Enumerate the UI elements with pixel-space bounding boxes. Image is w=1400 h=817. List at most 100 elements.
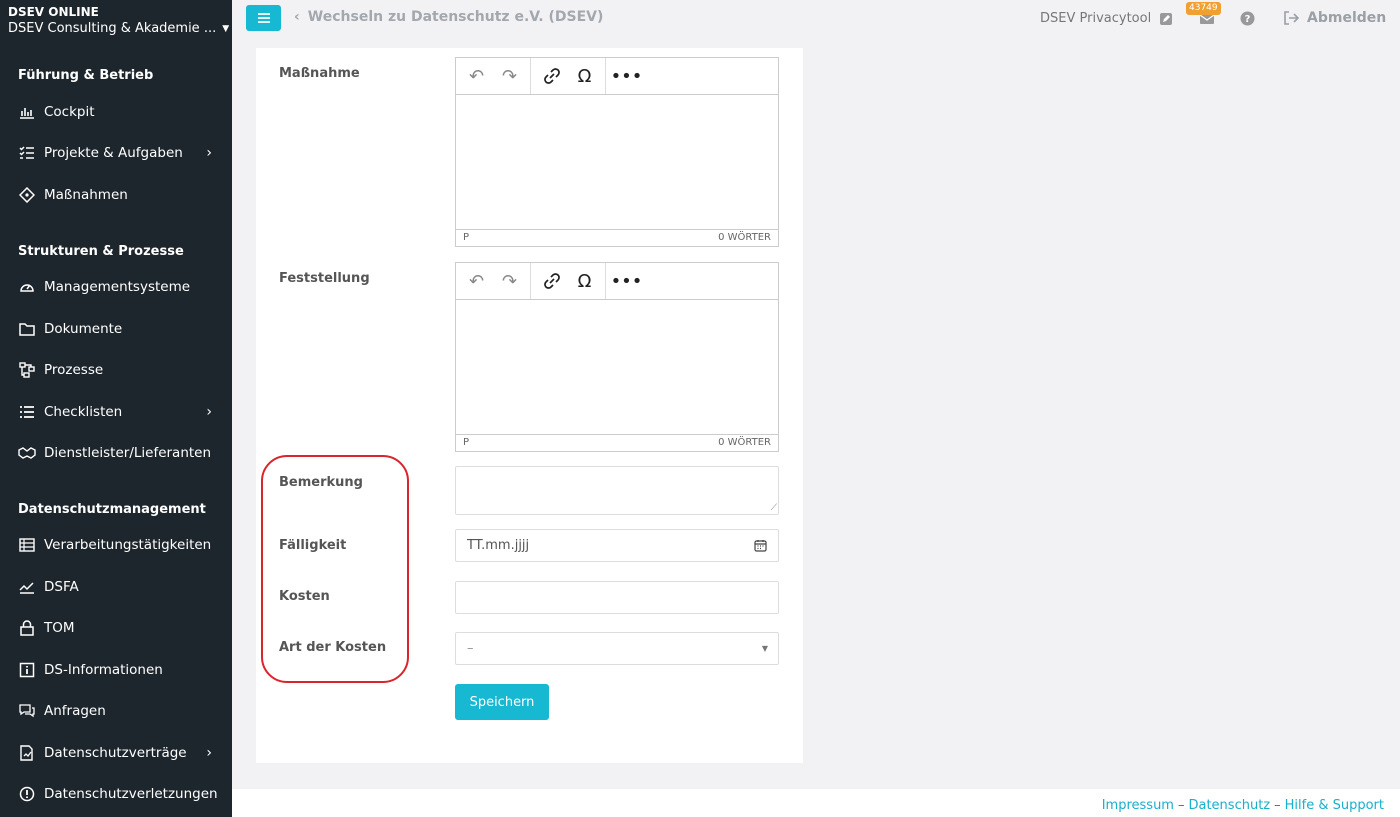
contract-icon: [18, 744, 36, 762]
footer: Impressum – Datenschutz – Hilfe & Support: [232, 789, 1400, 817]
help-icon[interactable]: ?: [1240, 11, 1256, 27]
special-char-icon[interactable]: Ω: [568, 266, 601, 296]
logout-icon: [1284, 11, 1299, 25]
sidebar-item-label: Managementsysteme: [44, 279, 191, 295]
sidebar-item-tom[interactable]: TOM: [0, 610, 232, 646]
word-count: 0 WÖRTER: [718, 437, 771, 448]
gauge-icon: [18, 278, 36, 296]
sidebar-item-projekte[interactable]: Projekte & Aufgaben ›: [0, 135, 232, 171]
checklist-icon: [18, 144, 36, 162]
special-char-icon[interactable]: Ω: [568, 61, 601, 91]
sidebar-item-checklisten[interactable]: Checklisten ›: [0, 394, 232, 430]
brand: DSEV ONLINE DSEV Consulting & Akademie .…: [0, 0, 232, 48]
sidebar-item-massnahmen[interactable]: Maßnahmen: [0, 177, 232, 213]
massnahme-textarea[interactable]: [456, 95, 778, 230]
chevron-right-icon: ›: [206, 745, 212, 761]
bemerkung-textarea[interactable]: ⟋: [455, 466, 779, 515]
massnahme-editor: ↶ ↷ Ω ••• P 0 WÖRTER: [455, 57, 779, 247]
sidebar-item-cockpit[interactable]: Cockpit: [0, 94, 232, 130]
alert-icon: [18, 785, 36, 803]
sidebar-item-anfragen[interactable]: Anfragen: [0, 693, 232, 729]
faelligkeit-date-input[interactable]: TT.mm.jjjj: [455, 529, 779, 562]
save-button[interactable]: Speichern: [455, 684, 549, 720]
switch-org-label: Wechseln zu Datenschutz e.V. (DSEV): [307, 9, 604, 25]
mail-count-badge: 43749: [1186, 2, 1221, 15]
chevron-left-icon: ‹: [294, 9, 300, 25]
word-count: 0 WÖRTER: [718, 232, 771, 243]
select-value: –: [467, 641, 474, 656]
more-icon[interactable]: •••: [610, 61, 643, 91]
list-icon: [18, 403, 36, 421]
edit-icon[interactable]: [1159, 11, 1175, 27]
sidebar-item-prozesse[interactable]: Prozesse: [0, 352, 232, 388]
impressum-link[interactable]: Impressum: [1102, 798, 1174, 813]
resize-handle-icon[interactable]: ⟋: [771, 504, 777, 513]
sidebar-item-label: TOM: [44, 620, 75, 636]
sidebar-item-datenschutzvertraege[interactable]: Datenschutzverträge ›: [0, 735, 232, 771]
more-icon[interactable]: •••: [610, 266, 643, 296]
sidebar-item-label: Dienstleister/Lieferanten: [44, 445, 212, 461]
redo-icon[interactable]: ↷: [493, 266, 526, 296]
art-der-kosten-select[interactable]: – ▼: [455, 632, 779, 665]
chat-icon: [18, 702, 36, 720]
org-switcher[interactable]: DSEV Consulting & Akademie ... ▼: [8, 19, 229, 39]
switch-org-link[interactable]: ‹ Wechseln zu Datenschutz e.V. (DSEV): [294, 9, 603, 25]
caret-down-icon: ▼: [761, 644, 768, 653]
sidebar-item-label: Prozesse: [44, 362, 104, 378]
footer-separator: –: [1177, 798, 1185, 813]
section-datenschutz: Datenschutzmanagement: [18, 502, 206, 517]
editor-path: P: [463, 437, 470, 448]
date-placeholder: TT.mm.jjjj: [467, 538, 530, 553]
editor-statusbar: P 0 WÖRTER: [456, 435, 778, 451]
hamburger-icon: [257, 13, 270, 23]
hilfe-support-link[interactable]: Hilfe & Support: [1285, 798, 1384, 813]
highlight-annotation: [261, 455, 409, 683]
diamond-icon: [18, 186, 36, 204]
editor-toolbar: ↶ ↷ Ω •••: [456, 58, 778, 95]
info-icon: [18, 661, 36, 679]
menu-toggle-button[interactable]: [246, 5, 281, 31]
sidebar-item-dsfa[interactable]: DSFA: [0, 569, 232, 605]
app-name: DSEV Privacytool: [1040, 11, 1152, 26]
topbar: ‹ Wechseln zu Datenschutz e.V. (DSEV) DS…: [232, 0, 1400, 48]
redo-icon[interactable]: ↷: [493, 61, 526, 91]
sidebar-item-label: Projekte & Aufgaben: [44, 145, 183, 161]
sidebar-item-label: Anfragen: [44, 703, 106, 719]
sidebar-item-label: Datenschutzverträge: [44, 745, 187, 761]
link-icon[interactable]: [535, 266, 568, 296]
sidebar-item-label: Dokumente: [44, 321, 123, 337]
process-icon: [18, 361, 36, 379]
chevron-right-icon: ›: [206, 404, 212, 420]
sidebar: DSEV ONLINE DSEV Consulting & Akademie .…: [0, 0, 232, 817]
handshake-icon: [18, 444, 36, 462]
trend-icon: [18, 578, 36, 596]
chart-icon: [18, 103, 36, 121]
kosten-input[interactable]: [455, 581, 779, 614]
editor-statusbar: P 0 WÖRTER: [456, 230, 778, 246]
folder-icon: [18, 320, 36, 338]
feststellung-textarea[interactable]: [456, 300, 778, 435]
sidebar-item-verarbeitung[interactable]: Verarbeitungstätigkeiten: [0, 527, 232, 563]
logout-button[interactable]: Abmelden: [1283, 10, 1386, 26]
calendar-icon[interactable]: [754, 539, 767, 556]
sidebar-item-datenschutzverletzungen[interactable]: Datenschutzverletzungen: [0, 776, 232, 812]
sidebar-item-managementsysteme[interactable]: Managementsysteme: [0, 269, 232, 305]
sidebar-item-dienstleister[interactable]: Dienstleister/Lieferanten: [0, 435, 232, 471]
massnahme-label: Maßnahme: [279, 66, 360, 81]
editor-toolbar: ↶ ↷ Ω •••: [456, 263, 778, 300]
sidebar-item-label: Checklisten: [44, 404, 123, 420]
sidebar-item-label: Datenschutzverletzungen: [44, 786, 218, 802]
undo-icon[interactable]: ↶: [460, 266, 493, 296]
sidebar-item-label: DS-Informationen: [44, 662, 163, 678]
org-name: DSEV Consulting & Akademie ...: [8, 21, 217, 36]
editor-path: P: [463, 232, 470, 243]
link-icon[interactable]: [535, 61, 568, 91]
sidebar-item-dokumente[interactable]: Dokumente: [0, 311, 232, 347]
sidebar-item-label: DSFA: [44, 579, 79, 595]
chevron-right-icon: ›: [206, 145, 212, 161]
datenschutz-link[interactable]: Datenschutz: [1188, 798, 1270, 813]
sidebar-item-ds-informationen[interactable]: DS-Informationen: [0, 652, 232, 688]
undo-icon[interactable]: ↶: [460, 61, 493, 91]
lock-icon: [18, 619, 36, 637]
sidebar-item-label: Cockpit: [44, 104, 95, 120]
